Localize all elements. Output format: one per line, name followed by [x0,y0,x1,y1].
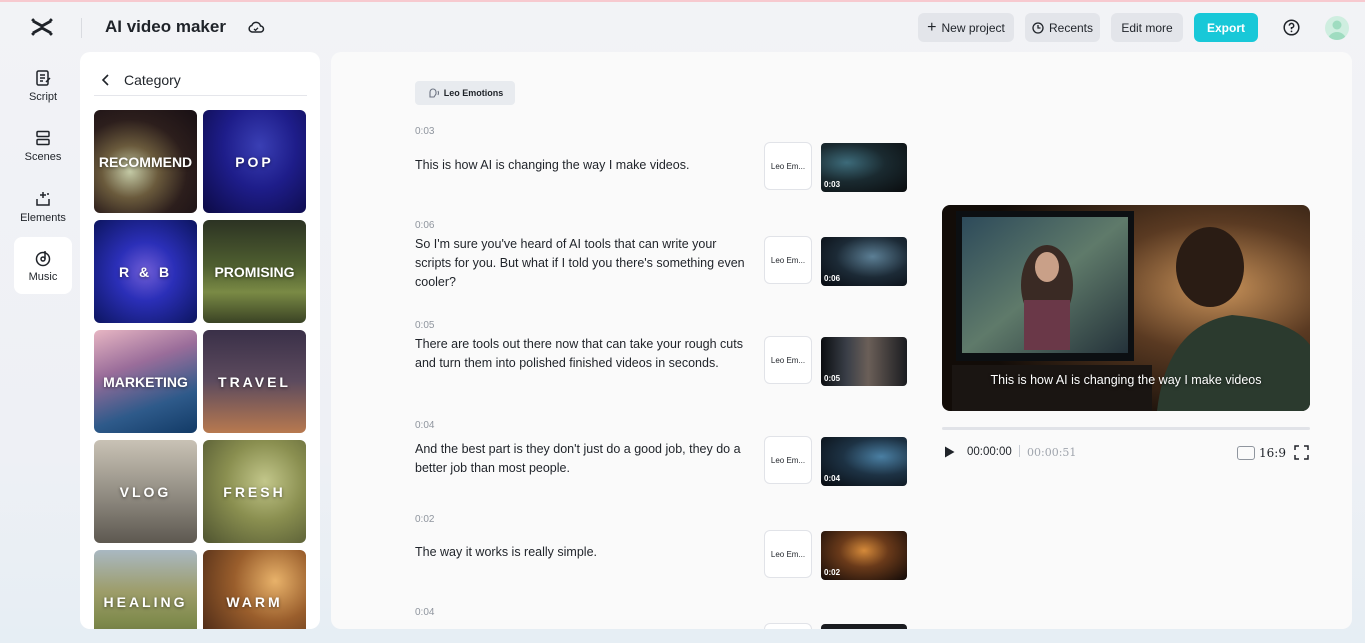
segment-time: 0:06 [415,220,435,231]
scene-thumbnail[interactable]: 0:06 [821,237,907,286]
scene-duration: 0:04 [824,474,841,483]
category-tile-rnb[interactable]: R & B [94,220,197,323]
scene-duration: 0:02 [824,568,841,577]
aspect-ratio-icon[interactable] [1237,446,1255,460]
category-tile-label: VLOG [119,483,172,500]
category-tile-promising[interactable]: PROMISING [203,220,306,323]
rail-item-label: Elements [20,211,66,224]
category-tile-label: WARM [226,593,283,610]
rail-item-script[interactable]: Script [14,57,72,114]
rail-item-label: Script [28,90,58,103]
segment-time: 0:03 [415,126,435,137]
help-icon[interactable] [1283,19,1300,36]
plus-icon: + [927,18,937,36]
scene-duration: 0:03 [824,180,841,189]
rail-item-elements[interactable]: Elements [14,178,72,235]
scene-thumbnail[interactable]: 0:04 [821,437,907,486]
voice-icon [429,88,439,98]
script-icon [36,69,51,86]
edit-more-label: Edit more [1121,20,1173,35]
segment-text[interactable]: This is how AI is changing the way I mak… [415,156,755,175]
elements-icon [36,191,50,206]
scene-duration: 0:06 [824,274,841,283]
category-title: Category [124,71,181,88]
category-panel: Category RECOMMEND POP R & B PROMISING M… [80,52,320,629]
new-project-button[interactable]: + New project [918,13,1014,42]
scene-thumbnail[interactable]: 0:05 [821,337,907,386]
preview-caption: This is how AI is changing the way I mak… [990,373,1262,387]
category-tile-label: RECOMMEND [98,153,193,170]
category-tile-healing[interactable]: HEALING [94,550,197,629]
rail-item-label: Scenes [24,150,62,163]
category-tile-fresh[interactable]: FRESH [203,440,306,543]
category-tile-marketing[interactable]: MARKETING [94,330,197,433]
scene-thumbnail[interactable]: 0:02 [821,531,907,580]
category-tile-label: POP [235,153,274,170]
category-tile-label: MARKETING [103,373,188,390]
segment-voice-button[interactable]: Leo Em... [764,142,812,190]
new-project-label: New project [941,20,1005,35]
segment-text[interactable]: There are tools out there now that can t… [415,335,755,373]
cloud-sync-icon[interactable] [247,18,265,36]
segment-voice-button[interactable]: Leo Em... [764,336,812,384]
scene-thumbnail[interactable]: 0:03 [821,143,907,192]
scene-duration: 0:05 [824,374,841,383]
total-time: 00:00:51 [1027,446,1077,459]
voice-chip[interactable]: Leo Emotions [415,81,515,105]
rail-item-scenes[interactable]: Scenes [14,117,72,174]
segment-text[interactable]: The way it works is really simple. [415,543,755,562]
category-tile-travel[interactable]: TRAVEL [203,330,306,433]
category-tile-label: R & B [118,263,173,280]
segment-voice-button[interactable]: Leo Em... [764,436,812,484]
rail-item-label: Music [28,270,58,283]
category-tile-recommend[interactable]: RECOMMEND [94,110,197,213]
segment-time: 0:02 [415,514,435,525]
fullscreen-icon[interactable] [1294,445,1309,460]
avatar[interactable] [1325,16,1349,40]
clock-icon [1032,21,1044,34]
aspect-ratio-label[interactable]: 16:9 [1259,446,1286,460]
scenes-icon [36,130,50,145]
category-tile-label: PROMISING [214,263,295,280]
edit-more-button[interactable]: Edit more [1111,13,1183,42]
music-icon [35,250,51,266]
capcut-logo-icon[interactable] [30,15,54,39]
voice-chip-label: Leo Emotions [443,88,504,98]
category-tile-pop[interactable]: POP [203,110,306,213]
category-tile-label: HEALING [103,593,188,610]
category-tile-warm[interactable]: WARM [203,550,306,629]
script-editor-panel: Leo Emotions 0:03 This is how AI is chan… [331,52,1352,629]
segment-text[interactable]: So I'm sure you've heard of AI tools tha… [415,235,755,292]
category-header: Category [94,64,307,96]
user-avatar-icon [1328,20,1346,40]
scene-thumbnail[interactable] [821,624,907,629]
segment-voice-button[interactable] [764,623,812,629]
rail-item-music[interactable]: Music [14,237,72,294]
category-tile-label: FRESH [223,483,286,500]
segment-time: 0:04 [415,607,435,618]
recents-button[interactable]: Recents [1025,13,1100,42]
app-header: AI video maker + New project Recents Edi… [0,2,1365,52]
category-tile-vlog[interactable]: VLOG [94,440,197,543]
recents-label: Recents [1048,20,1094,35]
time-separator [1019,445,1020,457]
back-arrow-icon[interactable] [98,72,114,88]
segment-time: 0:04 [415,420,435,431]
export-button[interactable]: Export [1194,13,1258,42]
playback-progress-bar[interactable] [942,427,1310,430]
segment-voice-button[interactable]: Leo Em... [764,530,812,578]
category-tile-label: TRAVEL [218,373,291,390]
segment-text[interactable]: And the best part is they don't just do … [415,440,755,478]
export-label: Export [1206,20,1245,35]
current-time: 00:00:00 [967,446,1012,458]
video-preview[interactable]: This is how AI is changing the way I mak… [942,205,1310,411]
page-title: AI video maker [105,17,226,36]
segment-voice-button[interactable]: Leo Em... [764,236,812,284]
header-divider [81,18,82,38]
play-icon[interactable] [942,445,956,459]
segment-time: 0:05 [415,320,435,331]
